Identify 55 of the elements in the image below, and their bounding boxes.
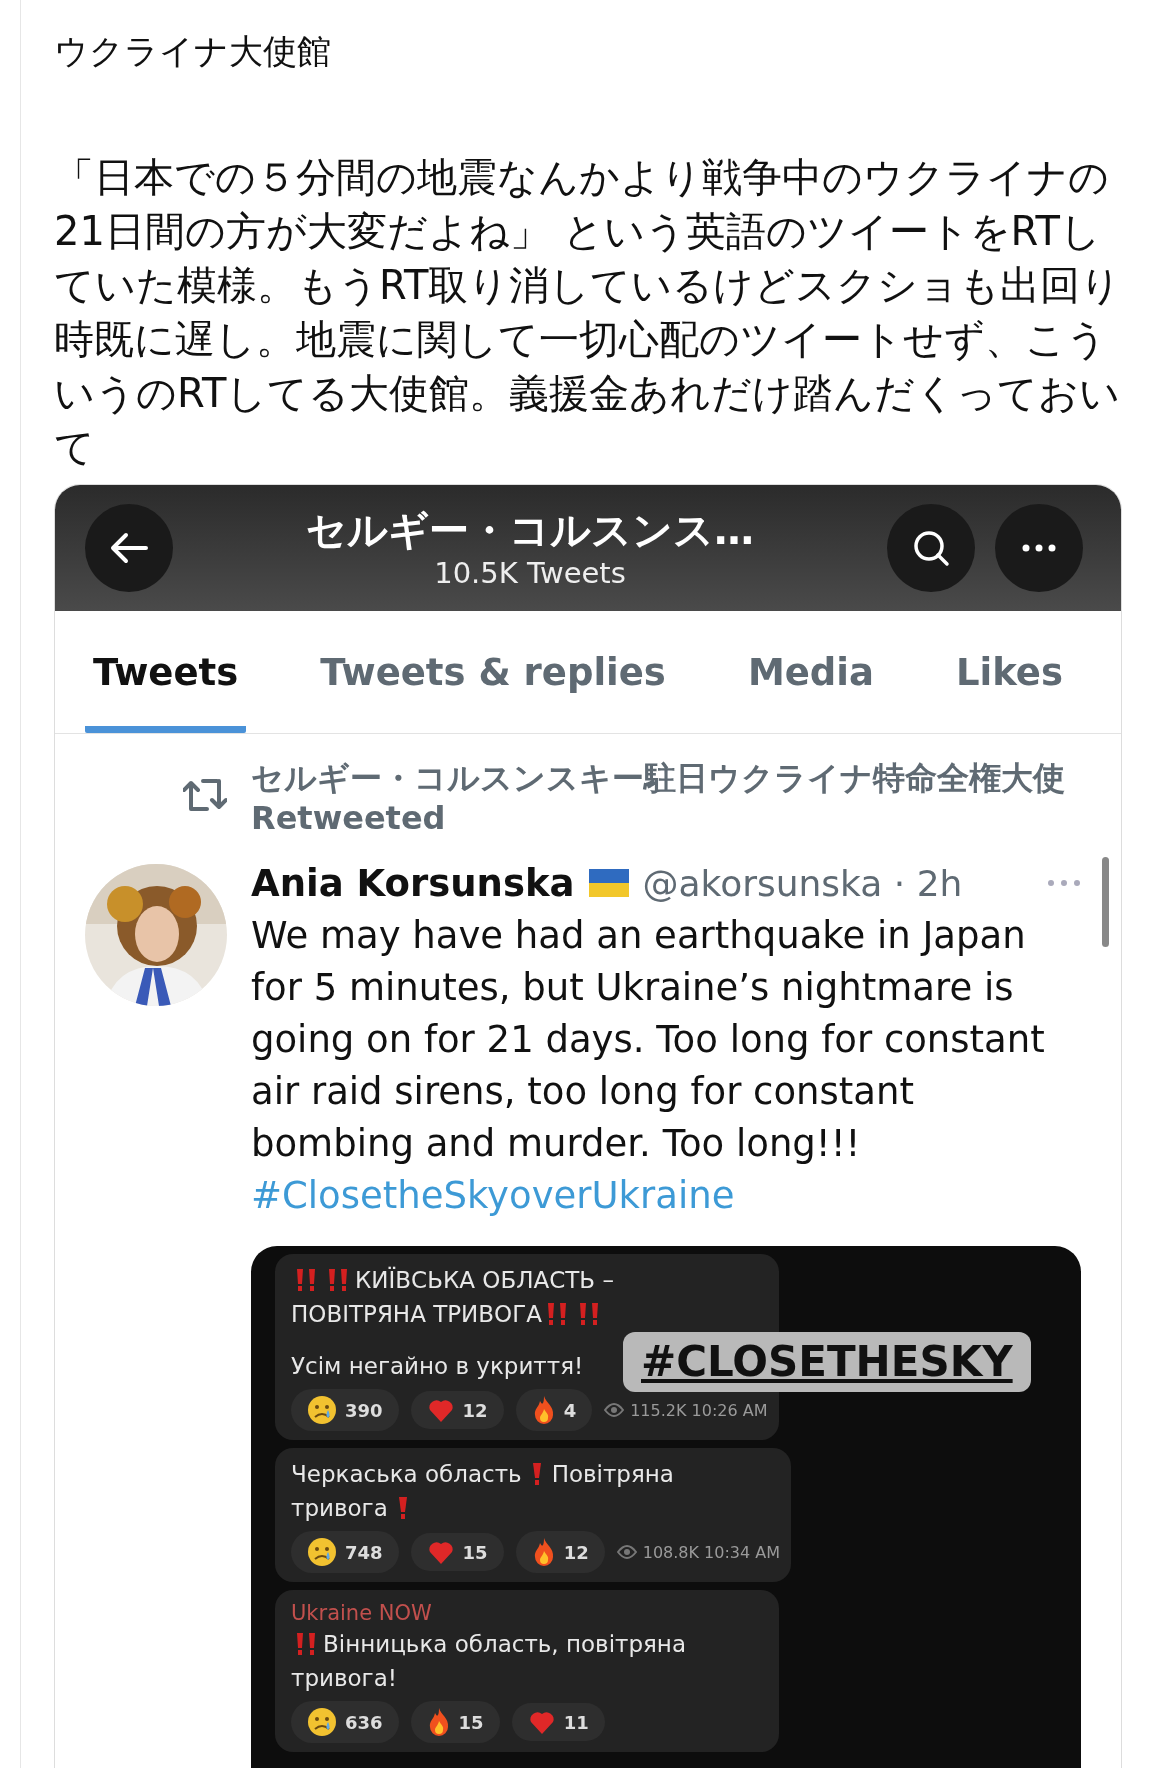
- post-author: ウクライナ大使館: [54, 30, 332, 73]
- heart-icon: [426, 1397, 455, 1423]
- reaction-count: 12: [462, 1399, 488, 1421]
- reaction-chip[interactable]: 12: [515, 1531, 605, 1573]
- reaction-chip[interactable]: 636: [291, 1701, 399, 1743]
- heart-icon: [426, 1539, 455, 1565]
- more-icon[interactable]: [1047, 879, 1081, 887]
- reaction-count: 748: [345, 1541, 383, 1563]
- message-text: Черкаська область: [291, 1460, 522, 1489]
- channel-name: Ukraine NOW: [291, 1600, 433, 1627]
- author-handle: @akorsunska · 2h: [642, 862, 964, 904]
- reaction-chip[interactable]: 748: [291, 1531, 399, 1573]
- crying-face-icon: [307, 1537, 337, 1567]
- tab[interactable]: Likes: [947, 611, 1071, 733]
- reaction-count: 15: [458, 1711, 484, 1733]
- reaction-count: 11: [563, 1711, 589, 1733]
- search-icon: [911, 528, 951, 568]
- reaction-count: 12: [563, 1541, 589, 1563]
- back-arrow-icon: [110, 532, 148, 564]
- reaction-chip[interactable]: 12: [410, 1391, 504, 1429]
- profile-name: セルギー・コルスンス…: [306, 506, 754, 555]
- view-count: 115.2K 10:26 AM: [630, 1400, 768, 1420]
- eye-icon: [616, 1545, 637, 1559]
- crying-face-icon: [307, 1395, 337, 1425]
- heart-icon: [527, 1709, 556, 1735]
- post-text: 「日本での５分間の地震なんかより戦争中のウクライナの21日間の方が大変だよね」 という英語のツイートをRTしていた模様。もうRT取り消しているけどスクショも出回り時既に遅し。地震に関して一切心配のツイートせず、こういうのRTしてる大使館。義援金あれだけ踏んだくっておいて: [54, 153, 1122, 472]
- message-text: тривога!: [291, 1664, 397, 1693]
- tweet-text: We may have had an earthquake in Japan for 5 minutes, but Ukraine’s nightmare is going on for 21 days. Too long for constant air raid sirens, too long for constant bombing and murder. Too long!!!: [251, 913, 1046, 1167]
- flag-icon: [588, 869, 629, 897]
- reaction-count: 636: [345, 1711, 383, 1733]
- author-name: Ania Korsunska: [251, 861, 575, 905]
- tab[interactable]: Media: [739, 611, 882, 733]
- message-text: тривога: [291, 1494, 388, 1523]
- message-text: Вінницька область, повітряна: [323, 1630, 686, 1659]
- message-text: Повітряна: [551, 1460, 674, 1489]
- reaction-chip[interactable]: 4: [515, 1389, 593, 1431]
- reaction-chip[interactable]: 15: [410, 1533, 504, 1571]
- eye-icon: [604, 1403, 625, 1417]
- view-count: 108.8K 10:34 AM: [642, 1542, 781, 1562]
- tab[interactable]: Tweets & replies: [312, 611, 674, 733]
- reaction-count: 4: [563, 1399, 577, 1421]
- more-icon: [1022, 544, 1056, 552]
- reaction-count: 390: [345, 1399, 383, 1421]
- crying-face-icon: [307, 1707, 337, 1737]
- message-text: КИЇВСЬКА ОБЛАСТЬ –: [355, 1265, 614, 1295]
- retweet-note: セルギー・コルスンスキー駐日ウクライナ特命全権大使 Retweeted: [251, 758, 1066, 839]
- sticker-text: #CLOSETHESKY: [623, 1332, 1031, 1392]
- reaction-count: 15: [462, 1541, 488, 1563]
- message-text: ПОВІТРЯНА ТРИВОГА: [291, 1300, 542, 1329]
- scroll-bar[interactable]: [1102, 857, 1109, 947]
- reaction-chip[interactable]: 11: [511, 1703, 605, 1741]
- tweet-count: 10.5K Tweets: [434, 555, 626, 591]
- reaction-chip[interactable]: 15: [410, 1701, 500, 1743]
- reaction-chip[interactable]: 390: [291, 1389, 399, 1431]
- tab[interactable]: Tweets: [85, 611, 247, 733]
